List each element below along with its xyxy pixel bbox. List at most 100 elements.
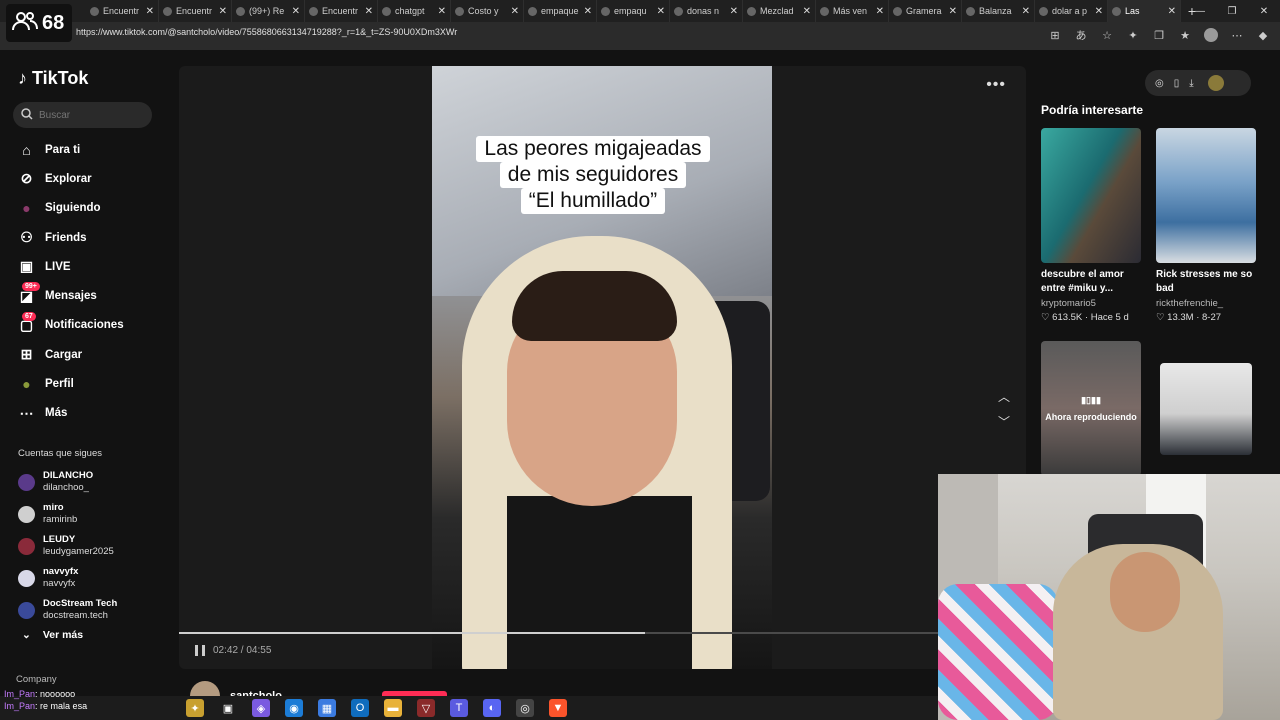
browser-tab[interactable]: Balanza ✕: [962, 0, 1035, 22]
see-more-button[interactable]: ⌄ Ver más: [22, 629, 83, 641]
browser-tab[interactable]: Gramera ✕: [889, 0, 962, 22]
account-avatar[interactable]: [18, 473, 35, 491]
copilot-icon[interactable]: ✦: [186, 699, 204, 717]
sidebar-item-más[interactable]: ⋯ Más: [0, 399, 168, 428]
url-field[interactable]: https://www.tiktok.com/@santcholo/video/…: [76, 27, 457, 37]
close-tab-icon[interactable]: ✕: [292, 6, 300, 17]
recommendation-author[interactable]: rickthefrenchie_: [1156, 298, 1256, 309]
recommendation-author[interactable]: kryptomario5: [1041, 298, 1141, 309]
sidebar-item-explorar[interactable]: ⊘ Explorar: [0, 164, 168, 193]
recommendation-title[interactable]: Rick stresses me so bad: [1156, 268, 1256, 296]
sidebar-item-para-ti[interactable]: ⌂ Para ti: [0, 135, 168, 164]
account-avatar[interactable]: [18, 505, 35, 523]
discord-icon[interactable]: ◐: [483, 699, 501, 717]
recommendation-card[interactable]: Rick stresses me so bad rickthefrenchie_…: [1156, 128, 1256, 323]
pause-icon[interactable]: [195, 645, 205, 656]
outlook-icon[interactable]: O: [351, 699, 369, 717]
close-window-icon[interactable]: ✕: [1248, 0, 1280, 22]
recommendation-title[interactable]: descubre el amor entre #miku y...: [1041, 268, 1141, 296]
sidebar-item-mensajes[interactable]: ◪ Mensajes 99+: [0, 281, 168, 310]
store-icon[interactable]: ▦: [318, 699, 336, 717]
more-options-icon[interactable]: •••: [986, 76, 1006, 94]
close-tab-icon[interactable]: ✕: [511, 6, 519, 17]
following-account[interactable]: miro ramirinb: [18, 498, 117, 530]
close-tab-icon[interactable]: ✕: [1022, 6, 1030, 17]
teams-icon[interactable]: T: [450, 699, 468, 717]
video-frame[interactable]: Las peores migajeadas de mis seguidores …: [432, 66, 772, 669]
minimize-icon[interactable]: —: [1184, 0, 1216, 22]
close-tab-icon[interactable]: ✕: [949, 6, 957, 17]
close-tab-icon[interactable]: ✕: [438, 6, 446, 17]
obs-icon[interactable]: ◎: [516, 699, 534, 717]
browser-tab[interactable]: empaque ✕: [524, 0, 597, 22]
sidebar-item-perfil[interactable]: ● Perfil: [0, 369, 168, 398]
sidebar-item-live[interactable]: ▣ LIVE: [0, 252, 168, 281]
translate-icon[interactable]: あ: [1074, 28, 1088, 42]
close-tab-icon[interactable]: ✕: [365, 6, 373, 17]
download-icon[interactable]: ⤓: [1189, 78, 1193, 89]
search-box[interactable]: [13, 102, 152, 128]
close-tab-icon[interactable]: ✕: [219, 6, 227, 17]
now-playing-thumbnail[interactable]: ▮▯▮▮ Ahora reproduciendo: [1041, 341, 1141, 476]
coins-icon[interactable]: ◎: [1155, 78, 1164, 89]
edge-icon[interactable]: ◉: [285, 699, 303, 717]
browser-tab[interactable]: (99+) Re ✕: [232, 0, 305, 22]
close-tab-icon[interactable]: ✕: [146, 6, 154, 17]
copilot-app-icon[interactable]: ◈: [252, 699, 270, 717]
restore-icon[interactable]: ❐: [1216, 0, 1248, 22]
recommendation-thumbnail[interactable]: [1156, 128, 1256, 263]
close-tab-icon[interactable]: ✕: [730, 6, 738, 17]
copilot-icon[interactable]: ◆: [1256, 28, 1270, 42]
account-avatar[interactable]: [18, 537, 35, 555]
close-tab-icon[interactable]: ✕: [584, 6, 592, 17]
browser-tab[interactable]: Encuentr ✕: [86, 0, 159, 22]
sidebar-item-notificaciones[interactable]: ▢ Notificaciones 67: [0, 311, 168, 340]
video-progress-bar[interactable]: [179, 632, 1026, 634]
browser-profile-avatar[interactable]: [1204, 28, 1218, 42]
video-player[interactable]: Las peores migajeadas de mis seguidores …: [179, 66, 1026, 669]
browser-tab[interactable]: Costo y ✕: [451, 0, 524, 22]
favorites-bar-icon[interactable]: ★: [1178, 28, 1192, 42]
brave-icon[interactable]: ▼: [549, 699, 567, 717]
favorite-icon[interactable]: ☆: [1100, 28, 1114, 42]
search-input[interactable]: [39, 109, 139, 121]
recommendation-thumbnail[interactable]: [1160, 363, 1252, 455]
extensions-icon[interactable]: ✦: [1126, 28, 1140, 42]
file-explorer-icon[interactable]: ▬: [384, 699, 402, 717]
browser-tab[interactable]: Más ven ✕: [816, 0, 889, 22]
chevron-down-icon[interactable]: ﹀: [998, 413, 1010, 430]
browser-tab[interactable]: chatgpt ✕: [378, 0, 451, 22]
following-account[interactable]: DocStream Tech docstream.tech: [18, 594, 117, 626]
sidebar-item-siguiendo[interactable]: ● Siguiendo: [0, 194, 168, 223]
close-tab-icon[interactable]: ✕: [876, 6, 884, 17]
browser-tab[interactable]: Encuentr ✕: [159, 0, 232, 22]
chevron-up-icon[interactable]: ︿: [998, 388, 1010, 405]
browser-tab[interactable]: Mezclad ✕: [743, 0, 816, 22]
collections-icon[interactable]: ❐: [1152, 28, 1166, 42]
close-tab-icon[interactable]: ✕: [803, 6, 811, 17]
recommendation-thumbnail[interactable]: [1041, 128, 1141, 263]
user-avatar[interactable]: [1207, 75, 1224, 91]
close-tab-icon[interactable]: ✕: [1168, 6, 1176, 17]
sidebar-item-cargar[interactable]: ⊞ Cargar: [0, 340, 168, 369]
browser-tab[interactable]: dolar a p ✕: [1035, 0, 1108, 22]
company-link[interactable]: Company: [16, 674, 57, 685]
browser-tab[interactable]: Encuentr ✕: [305, 0, 378, 22]
now-playing-card[interactable]: ▮▯▮▮ Ahora reproduciendo: [1041, 341, 1141, 476]
browser-menu-icon[interactable]: ⋯: [1230, 28, 1244, 42]
browser-tab[interactable]: Las ✕: [1108, 0, 1181, 22]
account-avatar[interactable]: [18, 601, 35, 619]
recommendation-card[interactable]: descubre el amor entre #miku y... krypto…: [1041, 128, 1141, 323]
close-tab-icon[interactable]: ✕: [657, 6, 665, 17]
game-icon[interactable]: ▽: [417, 699, 435, 717]
tiktok-logo[interactable]: ♪ TikTok: [18, 68, 88, 89]
browser-tab[interactable]: empaqu ✕: [597, 0, 670, 22]
device-icon[interactable]: ▯: [1174, 78, 1180, 89]
apps-icon[interactable]: ⊞: [1048, 28, 1062, 42]
browser-tab[interactable]: donas n ✕: [670, 0, 743, 22]
recommendation-card[interactable]: [1160, 363, 1252, 455]
sidebar-item-friends[interactable]: ⚇ Friends: [0, 223, 168, 252]
task-view-icon[interactable]: ▣: [219, 699, 237, 717]
account-avatar[interactable]: [18, 569, 35, 587]
following-account[interactable]: navvyfx navvyfx: [18, 562, 117, 594]
